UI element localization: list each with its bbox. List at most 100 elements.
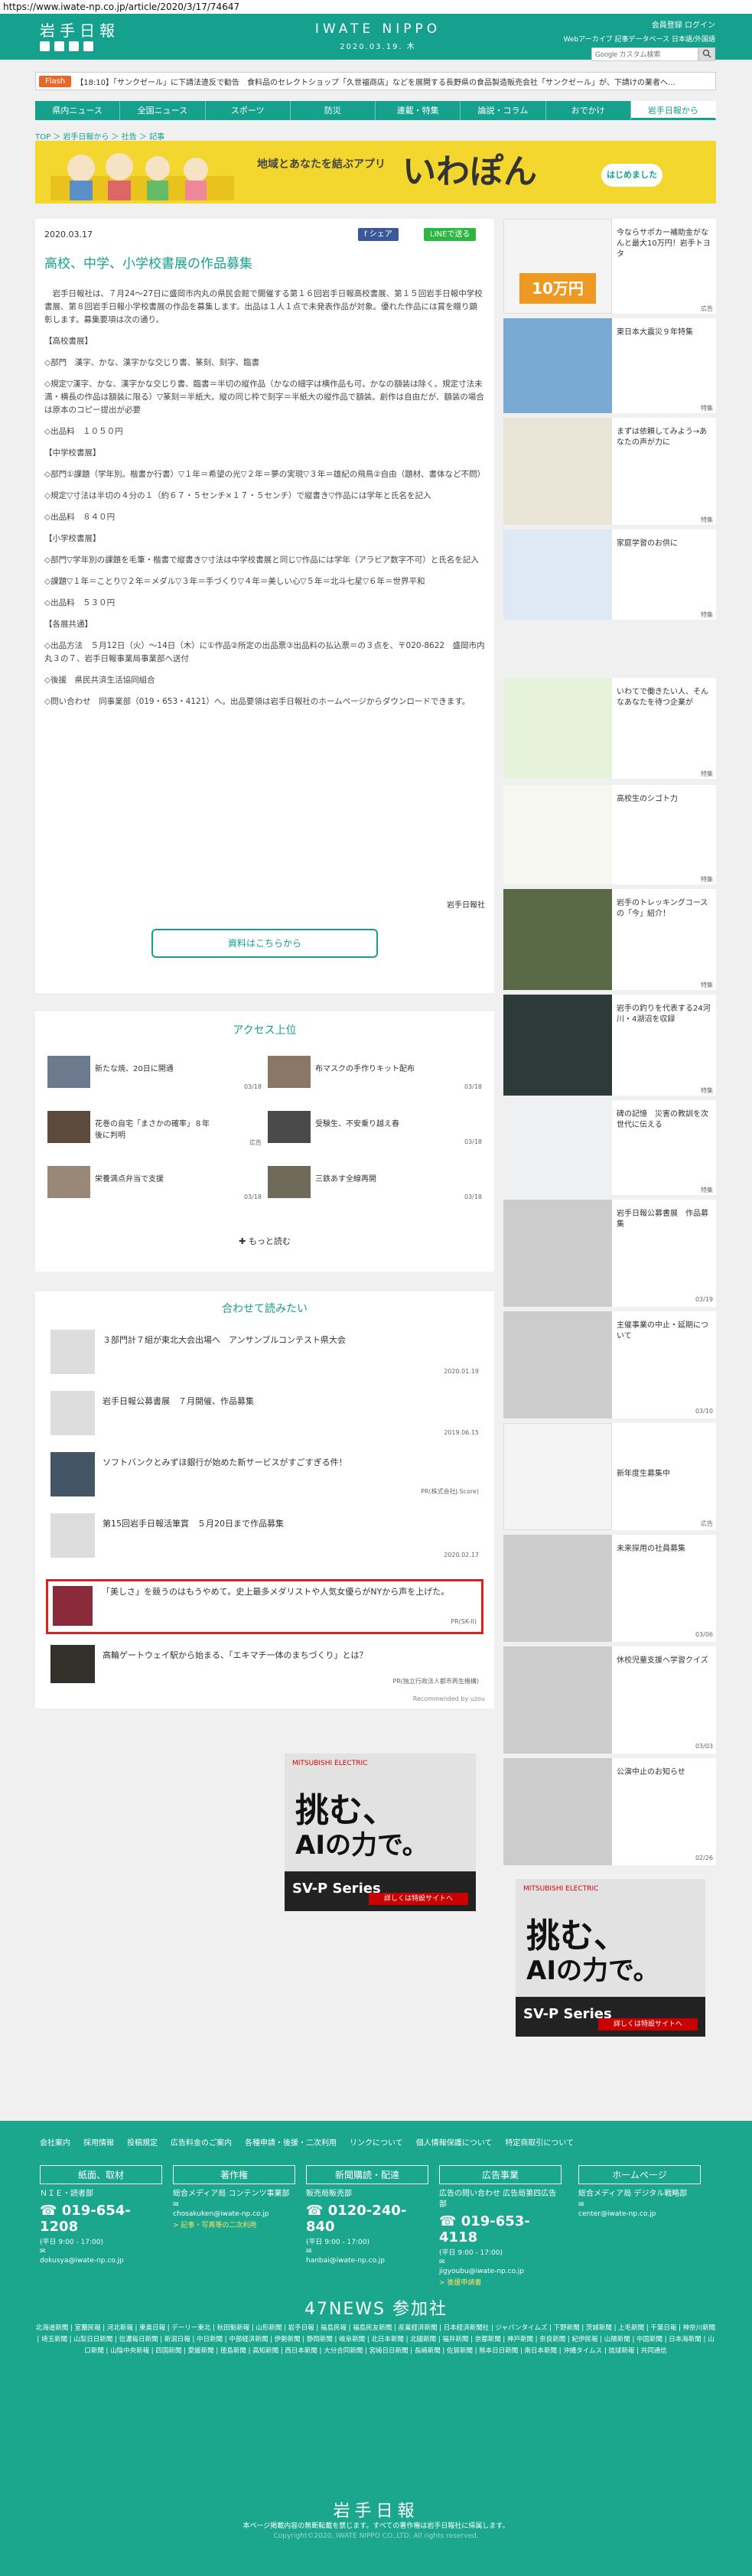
footer-link[interactable]: 個人情報保護について — [416, 2136, 493, 2148]
news47-list[interactable]: 北海道新聞 | 室蘭民報 | 河北新報 | 東奥日報 | デーリー東北 | 秋田… — [35, 2323, 716, 2357]
sidebar-item[interactable]: 未来探用の社員募集 03/06 — [503, 1535, 716, 1642]
footer-col-sub: 総合メディア局 コンテンツ事業部 — [173, 2190, 290, 2198]
sidebar-item[interactable]: 休校児童支援へ学習クイズ 03/03 — [503, 1646, 716, 1754]
read-more-link[interactable]: ✚ もっと読む — [35, 1235, 494, 1247]
sidebar-item-title: いわてで働きたい人、そんなあなたを待つ企業が — [617, 688, 708, 707]
document-link-button[interactable]: 資料はこちらから — [151, 929, 378, 958]
access-item-title: 花巻の自宅「まさかの確率」８年後に判明 — [95, 1120, 210, 1140]
footer-email[interactable]: center@iwate-np.co.jp — [578, 2210, 701, 2218]
sidebar-item[interactable]: 岩手の釣りを代表する24河川・4湖沼を収録 特集 — [503, 995, 716, 1096]
nav-item-bousai[interactable]: 防災 — [291, 101, 376, 120]
facebook-icon[interactable] — [54, 41, 64, 51]
access-item[interactable]: 布マスクの手作りキット配布 03/18 — [268, 1056, 482, 1096]
nav-item-kennai[interactable]: 県内ニュース — [35, 101, 121, 120]
footer-link[interactable]: 投稿規定 — [127, 2136, 158, 2148]
thumbnail — [503, 1758, 612, 1865]
sidebar-item-label: 特集 — [701, 405, 713, 412]
ad-cta[interactable]: 詳しくは特設サイトへ — [598, 2018, 698, 2031]
nav-item-zenkoku[interactable]: 全国ニュース — [120, 101, 206, 120]
nav-item-iwatenippo[interactable]: 岩手日報から — [630, 101, 716, 120]
banner-chip: はじめました — [601, 164, 662, 187]
sidebar-item[interactable]: 東日本大震災９年特集 特集 — [503, 318, 716, 413]
footer-email[interactable]: chosakuken@iwate-np.co.jp — [173, 2210, 295, 2218]
nav-item-sports[interactable]: スポーツ — [206, 101, 291, 120]
footer-link[interactable]: 各種申請・後援・二次利用 — [245, 2136, 337, 2148]
nav-item-odekake[interactable]: おでかけ — [546, 101, 631, 120]
thumbnail — [47, 1111, 90, 1143]
flash-text[interactable]: 【18:10】「サンクゼール」に下請法違反で勧告 食料品のセレクトショップ「久世… — [76, 76, 675, 87]
ad-mitsubishi[interactable]: MITSUBISHI ELECTRIC 挑む、 AIの力で。 SV-P Seri… — [285, 1754, 476, 1911]
footer-link[interactable]: リンクについて — [350, 2136, 403, 2148]
recommend-item[interactable]: 岩手日報公募書展 ７月開催、作品募集 2019.06.15 — [50, 1391, 479, 1441]
sidebar-item-label: 広告 — [701, 305, 713, 312]
sidebar-item[interactable]: 岩手日報公募書展 作品募集 03/19 — [503, 1200, 716, 1307]
recommend-item[interactable]: ３部門計７組が東北大会出場へ アンサンブルコンテスト県大会 2020.01.19 — [50, 1330, 479, 1380]
footer-hours: (平日 9:00 - 17:00) — [439, 2249, 503, 2257]
sidebar-item[interactable]: いわてで働きたい人、そんなあなたを待つ企業が 特集 — [503, 678, 716, 779]
phone-number[interactable]: ☎ 019-653-4118 — [439, 2213, 562, 2245]
recommend-item[interactable]: 高輪ゲートウェイ駅から始まる、「エキマチ一体のまちづくり」とは？ PR(独立行政法… — [50, 1645, 479, 1691]
footer-email[interactable]: hanbai@iwate-np.co.jp — [306, 2257, 428, 2265]
article-body: 岩手日報社は、７月24～27日に盛岡市内丸の県民会館で開催する第１６回岩手日報高… — [44, 288, 485, 717]
access-item[interactable]: 受験生、不安乗り越え春 03/18 — [268, 1111, 482, 1151]
search-button[interactable] — [698, 47, 715, 61]
flash-news-bar[interactable]: Flash 【18:10】「サンクゼール」に下請法違反で勧告 食料品のセレクトシ… — [35, 72, 716, 90]
recommend-powered[interactable]: Recommended by uzou — [413, 1695, 485, 1702]
footer-contact-col: 広告事業 広告の問い合わせ 広告局第四広告部 ☎ 019-653-4118 (平日 9… — [439, 2165, 562, 2287]
footer-email[interactable]: jigyoubu@iwate-np.co.jp — [439, 2268, 562, 2275]
article-paragraph: ◇部門▽学年別の課題を毛筆・楷書で縦書き▽寸法は中学校書展と同じ▽作品には学年（… — [44, 555, 479, 565]
sidebar-item[interactable]: 高校生のシゴト力 特集 — [503, 785, 716, 884]
ad-mitsubishi-sidebar[interactable]: MITSUBISHI ELECTRIC 挑む、 AIの力で。 SV-P Seri… — [516, 1879, 705, 2037]
sidebar-item[interactable]: 家庭学習のお供に 特集 — [503, 529, 716, 620]
access-item[interactable]: 新たな焼、20日に開通 03/18 — [47, 1056, 262, 1096]
recommend-item-highlighted[interactable]: 「美しさ」を競うのはもうやめて。史上最多メダリストや人気女優らがNYから声を上げ… — [46, 1579, 483, 1634]
search-input[interactable] — [591, 47, 698, 61]
twitter-icon[interactable] — [40, 41, 50, 51]
nav-item-ronsetsu[interactable]: 論説・コラム — [461, 101, 546, 120]
nav-item-rensai[interactable]: 連載・特集 — [376, 101, 461, 120]
thumbnail — [503, 1646, 612, 1754]
access-item[interactable]: 栄養満点弁当で支援 03/18 — [47, 1166, 262, 1206]
phone-number[interactable]: ☎ 0120-240-840 — [306, 2203, 428, 2235]
breadcrumb[interactable]: TOP ＞ 岩手日報から ＞ 社告 ＞ 記事 — [35, 130, 164, 142]
footer-link[interactable]: 会社案内 — [40, 2136, 70, 2148]
plus-icon: ✚ — [239, 1236, 249, 1246]
ad-cta[interactable]: 詳しくは特設サイトへ — [369, 1893, 468, 1905]
sidebar-item[interactable]: 10万円 今ならサポカー補助金がなんと最大10万円！岩手トヨタ 広告 — [503, 219, 716, 314]
sidebar-item[interactable]: まずは依頼してみよう→あなたの声が力に 特集 — [503, 418, 716, 525]
sidebar-item-title: 岩手のトレッキングコースの「今」紹介！ — [617, 899, 708, 918]
phone-number[interactable]: ☎ 019-654-1208 — [40, 2203, 162, 2235]
facebook-share-button[interactable]: f シェア — [358, 228, 399, 241]
app-banner[interactable]: 地域とあなたを結ぶアプリ いわぽん はじめました — [35, 141, 716, 204]
sidebar-item[interactable]: 新年度生募集中 広告 — [503, 1423, 716, 1530]
archive-links[interactable]: Webアーカイブ 記事データベース 日本語/外国語 — [564, 34, 715, 44]
line-share-button[interactable]: LINEで送る — [424, 228, 477, 241]
instagram-icon[interactable] — [69, 41, 79, 51]
sidebar-item[interactable]: 主催事業の中止・延期について 03/10 — [503, 1311, 716, 1418]
header-right: 会員登録 ログイン Webアーカイブ 記事データベース 日本語/外国語 — [564, 18, 715, 61]
recommend-item-title: ３部門計７組が東北大会出場へ アンサンブルコンテスト県大会 — [103, 1335, 347, 1345]
footer-extra-link[interactable]: > 後援申請書 — [439, 2277, 562, 2287]
sidebar-item[interactable]: 岩手のトレッキングコースの「今」紹介！ 特集 — [503, 889, 716, 990]
access-item[interactable]: 三鉄あす全線再開 03/18 — [268, 1166, 482, 1206]
site-logo[interactable]: 岩手日報 — [40, 18, 119, 41]
access-item[interactable]: 花巻の自宅「まさかの確率」８年後に判明 広告 — [47, 1111, 262, 1151]
sidebar-item[interactable]: 公演中止のお知らせ 02/26 — [503, 1758, 716, 1865]
footer-email[interactable]: dokusya@iwate-np.co.jp — [40, 2257, 162, 2265]
sidebar-item-title: 碑の記憶 災害の教訓を次世代に伝える — [617, 1110, 708, 1129]
url-bar[interactable]: https://www.iwate-np.co.jp/article/2020/… — [0, 0, 752, 14]
recommend-item[interactable]: ソフトバンクとみずほ銀行が始めた新サービスがすごすぎる件！ PR(株式会社J.Sc… — [50, 1452, 479, 1503]
recommend-item-meta: 2019.06.15 — [444, 1429, 479, 1436]
banner-app-name: いわぽん — [402, 152, 537, 191]
footer-logo[interactable]: 岩手日報 — [0, 2497, 752, 2522]
login-links[interactable]: 会員登録 ログイン — [564, 18, 715, 30]
line-icon[interactable] — [83, 41, 93, 51]
footer-extra-link[interactable]: > 記事・写真等の二次利用 — [173, 2219, 295, 2229]
recommend-item-title: 第15回岩手日報活筆賞 ５月20日まで作品募集 — [103, 1519, 284, 1529]
sidebar-item[interactable]: 碑の記憶 災害の教訓を次世代に伝える 特集 — [503, 1100, 716, 1195]
thumbnail — [53, 1586, 93, 1626]
footer-link[interactable]: 特定商取引について — [505, 2136, 574, 2148]
footer-link[interactable]: 広告料金のご案内 — [171, 2136, 232, 2148]
footer-link[interactable]: 採用情報 — [83, 2136, 114, 2148]
recommend-item[interactable]: 第15回岩手日報活筆賞 ５月20日まで作品募集 2020.02.17 — [50, 1513, 479, 1564]
